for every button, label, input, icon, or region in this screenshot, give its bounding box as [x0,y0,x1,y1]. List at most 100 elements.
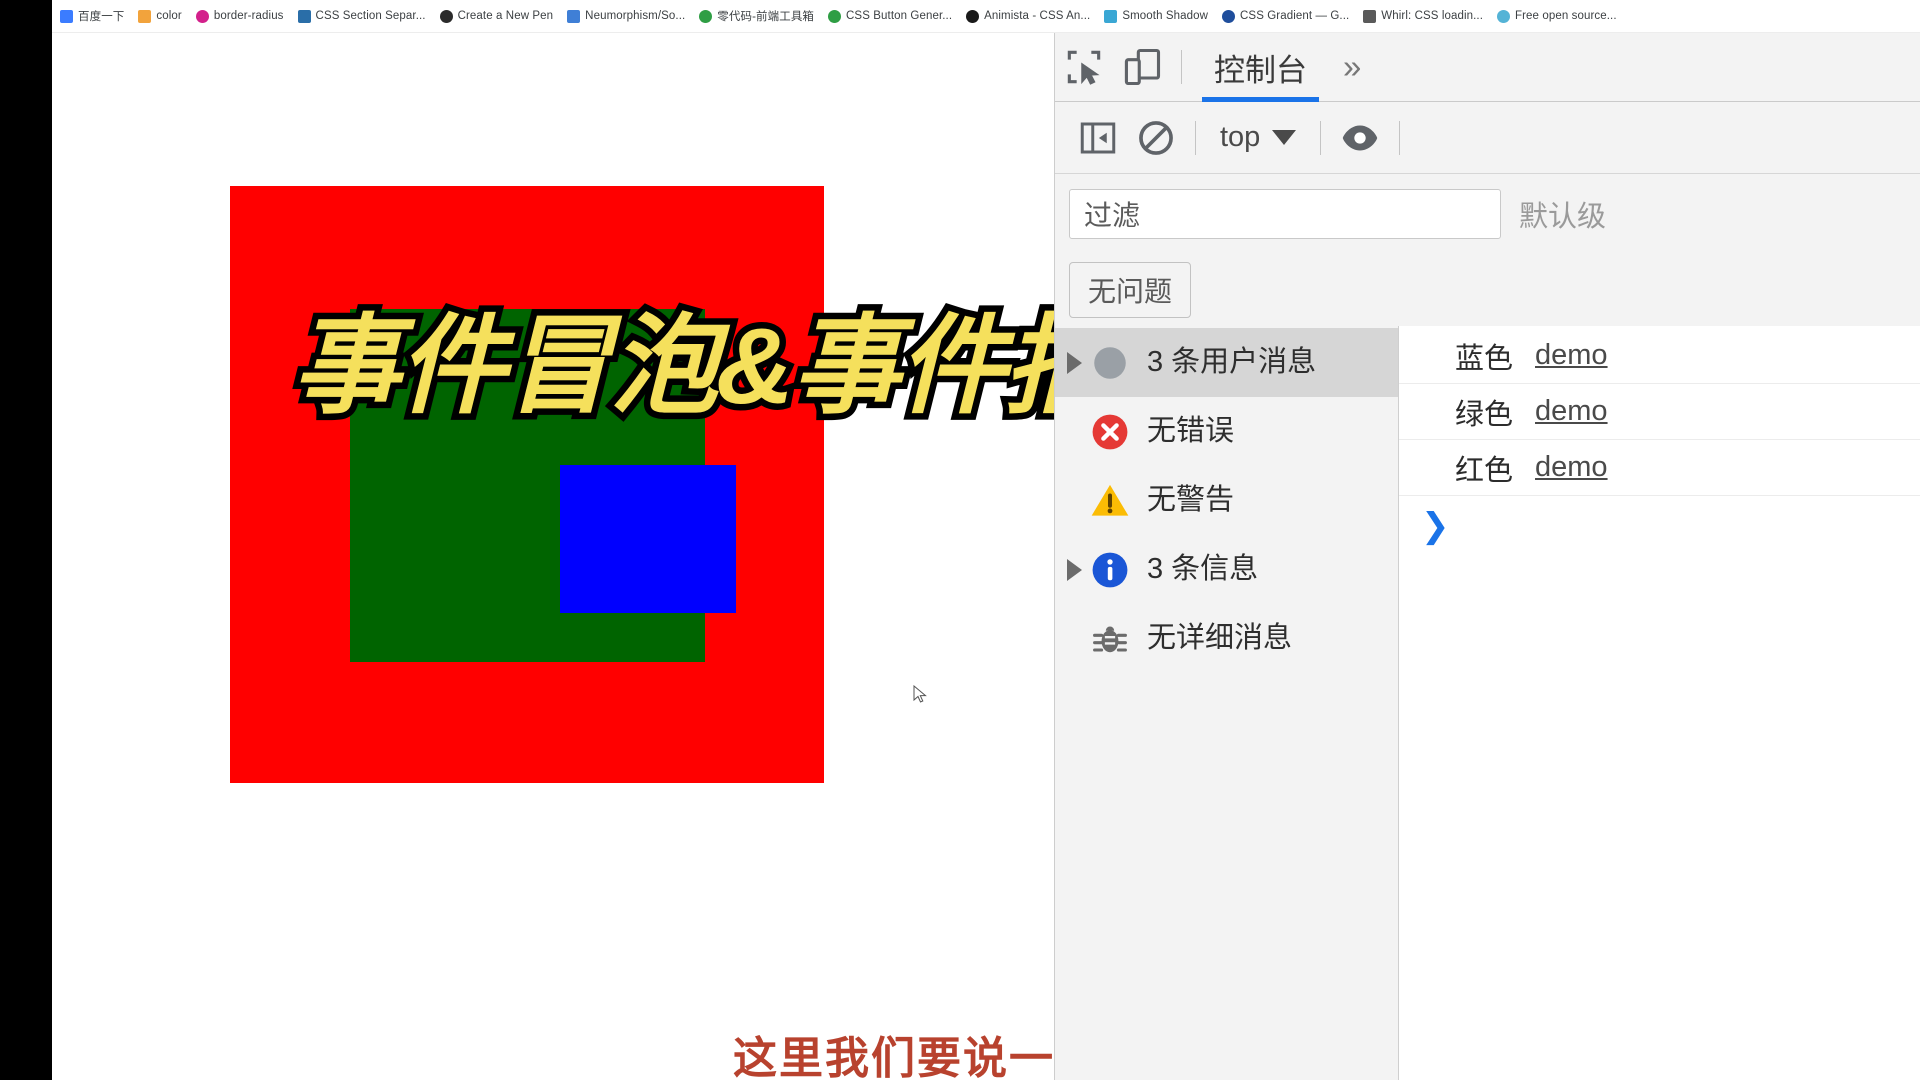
console-sidebar-item-label: 3 条用户消息 [1147,346,1317,378]
console-sidebar-item-label: 无错误 [1147,415,1235,447]
device-toolbar-icon[interactable] [1113,41,1171,93]
bookmark-label: Create a New Pen [457,10,554,22]
console-issues-row: 无问题 [1055,254,1920,326]
devtools-tabstrip: 控制台 » [1055,33,1920,102]
console-filter-input[interactable]: 过滤 [1069,189,1501,239]
border-radius-favicon [195,9,209,23]
console-message-source-link[interactable]: demo [1535,451,1608,484]
codepen-favicon [439,9,453,23]
clear-console-icon[interactable] [1127,112,1185,164]
console-message-row[interactable]: 蓝色 demo [1399,328,1920,384]
console-prompt[interactable]: ❯ [1399,496,1920,556]
tab-console-label: 控制台 [1214,52,1307,88]
bookmark-label: CSS Gradient — G... [1240,10,1350,22]
bookmark-item[interactable]: color [138,9,182,23]
console-sidebar: 3 条用户消息 无错误无警告 3 条信息无详细消息 [1055,326,1399,1080]
inspect-element-icon[interactable] [1055,41,1113,93]
css-section-favicon [297,9,311,23]
console-toolbar-divider-3 [1399,120,1401,155]
console-message-text: 绿色 [1455,398,1514,431]
console-sidebar-item-label: 无详细消息 [1147,622,1293,654]
expand-triangle-icon[interactable] [1061,351,1087,374]
verbose-bug-icon [1087,616,1133,662]
bookmark-item[interactable]: Free open source... [1497,9,1617,23]
letterbox-left [0,0,52,1080]
bookmark-item[interactable]: Animista - CSS An... [966,9,1091,23]
bookmark-label: Free open source... [1515,10,1617,22]
console-sidebar-item-label: 3 条信息 [1147,553,1259,585]
console-toolbar-divider-2 [1320,120,1322,155]
console-message-row[interactable]: 红色 demo [1399,440,1920,496]
live-expression-icon[interactable] [1331,112,1389,164]
no-issues-label: 无问题 [1088,276,1173,307]
info-icon [1087,547,1133,593]
bookmark-item[interactable]: CSS Button Gener... [828,9,953,23]
console-sidebar-item[interactable]: 无警告 [1055,466,1398,535]
console-sidebar-item[interactable]: 无错误 [1055,397,1398,466]
globe-favicon [828,9,842,23]
expand-triangle-icon[interactable] [1061,558,1087,581]
screen: 百度一下 color border-radius CSS Section Separ.… [0,0,1920,1080]
console-sidebar-item[interactable]: 3 条用户消息 [1055,328,1398,397]
devtools-panel: 控制台 » top 过滤 默认级 无问题 3 条用户消息 无错误 无警告 3 条… [1054,33,1920,1080]
bookmark-label: CSS Section Separ... [315,10,426,22]
bookmark-item[interactable]: 百度一下 [60,8,124,24]
warning-icon [1087,478,1133,524]
console-sidebar-item[interactable]: 无详细消息 [1055,604,1398,673]
console-message-row[interactable]: 绿色 demo [1399,384,1920,440]
bookmark-item[interactable]: Neumorphism/So... [567,9,686,23]
console-message-text: 红色 [1455,454,1514,487]
bookmark-label: Animista - CSS An... [984,10,1091,22]
outer-box-red[interactable] [230,186,824,783]
console-message-source-link[interactable]: demo [1535,395,1608,428]
tab-console[interactable]: 控制台 [1192,33,1329,102]
globe-favicon [699,9,713,23]
bookmark-item[interactable]: 零代码-前端工具箱 [699,8,814,24]
console-sidebar-item-label: 无警告 [1147,484,1235,516]
bookmark-label: Whirl: CSS loadin... [1381,10,1483,22]
color-favicon [138,9,152,23]
console-sidebar-item[interactable]: 3 条信息 [1055,535,1398,604]
bookmark-item[interactable]: Whirl: CSS loadin... [1363,9,1483,23]
bookmark-label: Neumorphism/So... [585,10,686,22]
bookmark-item[interactable]: Create a New Pen [439,9,554,23]
bookmark-item[interactable]: CSS Gradient — G... [1222,9,1350,23]
whirl-favicon [1363,9,1377,23]
execution-context-dropdown[interactable]: top [1206,121,1310,154]
log-level-dropdown[interactable]: 默认级 [1519,193,1606,235]
user-message-icon [1087,340,1133,386]
no-issues-button[interactable]: 无问题 [1069,262,1192,318]
bookmark-item[interactable]: border-radius [195,9,284,23]
browser-window: 百度一下 color border-radius CSS Section Separ.… [52,0,1920,1080]
mouse-cursor [913,685,927,703]
bookmark-bar: 百度一下 color border-radius CSS Section Separ.… [52,0,1920,33]
neumorphism-favicon [567,9,581,23]
console-prompt-chevron-icon: ❯ [1421,507,1450,545]
more-tabs-chevron-icon[interactable]: » [1329,41,1375,93]
bookmark-label: border-radius [213,10,284,22]
console-toolbar: top [1055,102,1920,174]
more-tabs-label: » [1343,48,1362,85]
cloud-favicon [1497,9,1510,23]
bookmark-label: 百度一下 [78,11,125,23]
console-body: 3 条用户消息 无错误无警告 3 条信息无详细消息 蓝色 demo 绿色 demo 红色 de… [1055,326,1920,1080]
console-sidebar-toggle-icon[interactable] [1069,112,1127,164]
console-toolbar-divider-1 [1195,120,1196,155]
bookmark-label: CSS Button Gener... [846,10,953,22]
chevron-down-icon [1272,130,1297,145]
baidu-favicon [60,9,73,23]
bookmark-label: Smooth Shadow [1122,10,1209,22]
console-message-source-link[interactable]: demo [1535,339,1608,372]
shadow-favicon [1104,9,1118,23]
bookmark-label: 零代码-前端工具箱 [717,11,815,23]
execution-context-label: top [1220,121,1261,153]
console-message-text: 蓝色 [1455,342,1514,375]
inner-box-blue[interactable] [560,465,736,613]
console-message-list: 蓝色 demo 绿色 demo 红色 demo ❯ [1399,326,1920,1080]
bookmark-item[interactable]: Smooth Shadow [1104,9,1209,23]
console-filter-row: 过滤 默认级 [1055,174,1920,254]
error-icon [1087,409,1133,455]
bookmark-item[interactable]: CSS Section Separ... [297,9,426,23]
console-filter-text: 过滤 [1084,200,1141,231]
gradient-favicon [1222,9,1236,23]
